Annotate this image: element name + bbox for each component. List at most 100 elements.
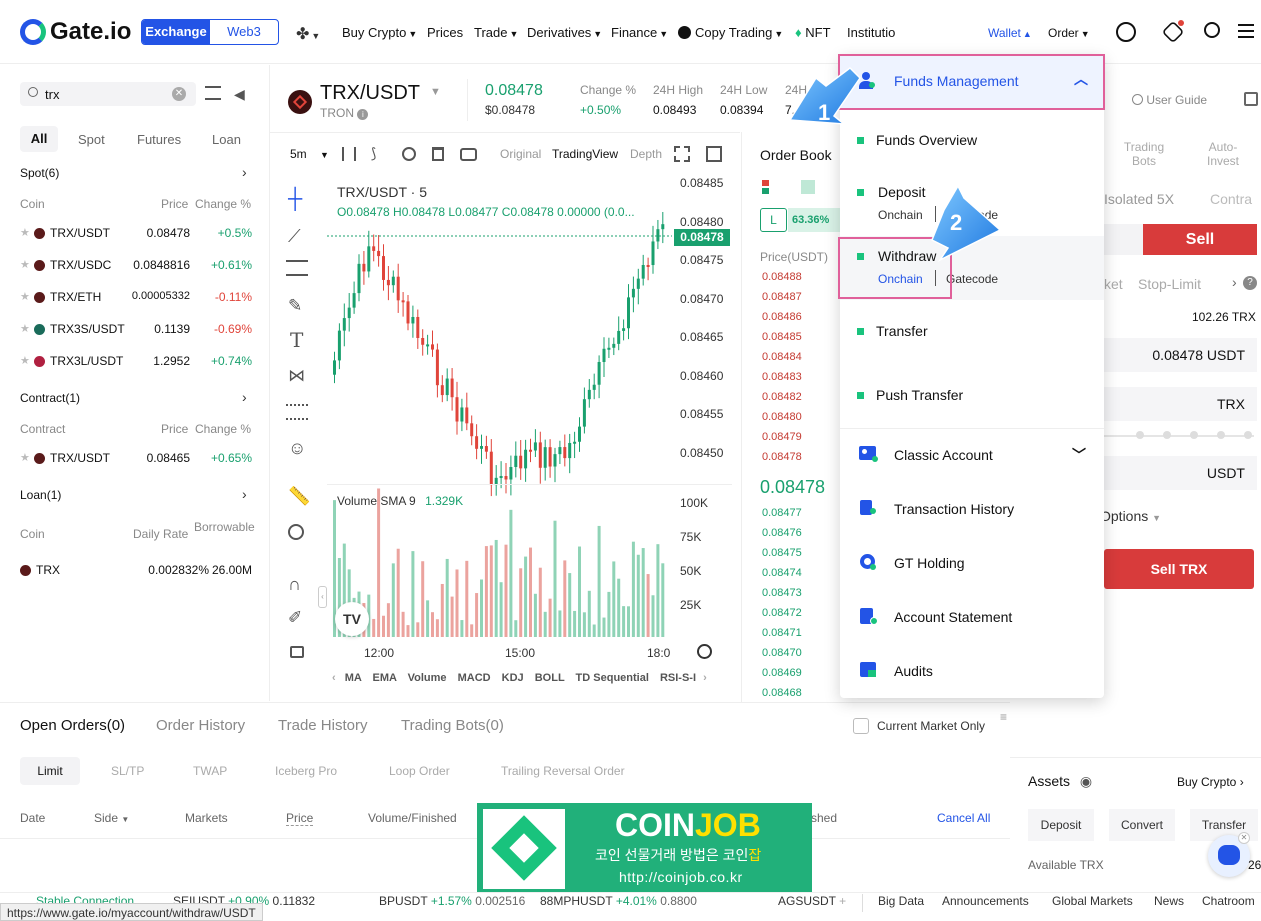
horizontal-lines-icon[interactable]: [286, 260, 308, 276]
trendline-icon[interactable]: ⟋: [288, 226, 301, 247]
panel-menu-icon[interactable]: ≡: [1000, 710, 1007, 724]
user-avatar-icon[interactable]: [1116, 22, 1136, 42]
assets-deposit-button[interactable]: Deposit: [1028, 809, 1094, 841]
eye-icon[interactable]: ◉: [1080, 773, 1092, 789]
sell-trx-button[interactable]: Sell TRX: [1104, 549, 1254, 589]
lock-icon[interactable]: [290, 646, 304, 658]
slider-dot[interactable]: [1190, 431, 1198, 439]
slider-dot[interactable]: [1244, 431, 1252, 439]
tab-trading-bots[interactable]: Trading Bots(0): [401, 717, 504, 734]
gate-logo[interactable]: Gate.io: [20, 18, 131, 46]
indicator-kdj[interactable]: KDJ: [502, 672, 524, 684]
nav-institutional[interactable]: Institutio: [847, 25, 895, 40]
pair-dropdown-icon[interactable]: ▼: [430, 86, 441, 98]
fullscreen-icon[interactable]: [674, 146, 690, 162]
fib-icon[interactable]: [286, 404, 308, 420]
total-input[interactable]: USDT: [1104, 456, 1257, 490]
candlestick-chart[interactable]: [327, 175, 672, 640]
web3-tab[interactable]: Web3: [210, 20, 278, 44]
indicator-rsi[interactable]: RSI-S-I: [660, 672, 696, 684]
loan-section-header[interactable]: Loan(1): [20, 488, 61, 502]
ticker-item[interactable]: AGSUSDT +: [778, 894, 846, 908]
market-row[interactable]: ★ TRX3S/USDT 0.1139 -0.69%: [20, 320, 252, 340]
contract-section-header[interactable]: Contract(1): [20, 391, 80, 405]
tradingview-logo[interactable]: TV: [335, 602, 369, 636]
subtab-sl-tp[interactable]: SL/TP: [111, 764, 144, 778]
spot-expand-icon[interactable]: ›: [242, 164, 247, 180]
chart-settings-icon[interactable]: [697, 644, 712, 659]
ask-price-row[interactable]: 0.08478: [762, 451, 802, 463]
bid-price-row[interactable]: 0.08469: [762, 667, 802, 679]
ruler-icon[interactable]: 📏: [288, 486, 310, 507]
bid-price-row[interactable]: 0.08473: [762, 587, 802, 599]
price-input[interactable]: 0.08478 USDT: [1104, 338, 1257, 372]
slider-dot[interactable]: [1163, 431, 1171, 439]
loan-expand-icon[interactable]: ›: [242, 486, 247, 502]
ask-price-row[interactable]: 0.08482: [762, 391, 802, 403]
link-news[interactable]: News: [1154, 894, 1184, 908]
deposit-onchain-link[interactable]: Onchain: [878, 208, 923, 222]
buy-toggle[interactable]: [1104, 224, 1144, 255]
subtab-twap[interactable]: TWAP: [193, 764, 227, 778]
bid-price-row[interactable]: 0.08472: [762, 607, 802, 619]
view-depth[interactable]: Depth: [630, 147, 662, 161]
menu-icon[interactable]: [1238, 24, 1254, 38]
ask-price-row[interactable]: 0.08479: [762, 431, 802, 443]
menu-transfer[interactable]: Transfer: [840, 300, 1104, 364]
spot-section-header[interactable]: Spot(6): [20, 166, 59, 180]
contract-tab[interactable]: Contra: [1210, 191, 1252, 207]
market-tab-futures[interactable]: Futures: [137, 132, 181, 147]
nav-finance[interactable]: Finance ▼: [611, 25, 668, 40]
indicator-volume[interactable]: Volume: [408, 672, 447, 684]
ask-price-row[interactable]: 0.08480: [762, 411, 802, 423]
col-side[interactable]: Side ▼: [94, 811, 129, 825]
cancel-all-button[interactable]: Cancel All: [937, 811, 990, 825]
market-tab-spot[interactable]: Spot: [78, 132, 105, 147]
menu-account-statement[interactable]: Account Statement: [840, 589, 1104, 643]
bid-price-row[interactable]: 0.08470: [762, 647, 802, 659]
options-toggle[interactable]: Options ▼: [1100, 508, 1161, 524]
close-chat-icon[interactable]: ✕: [1238, 832, 1250, 844]
assets-convert-button[interactable]: Convert: [1109, 809, 1175, 841]
market-row[interactable]: ★ TRX/USDT 0.08465 +0.65%: [20, 449, 252, 469]
bid-price-row[interactable]: 0.08468: [762, 687, 802, 699]
text-tool-icon[interactable]: T: [290, 328, 303, 352]
layout-icon[interactable]: [1244, 92, 1258, 106]
nav-trade[interactable]: Trade ▼: [474, 25, 518, 40]
bid-price-row[interactable]: 0.08477: [762, 507, 802, 519]
loan-row[interactable]: TRX 0.002832% 26.00M: [20, 561, 252, 581]
amount-slider[interactable]: [1104, 435, 1254, 437]
current-market-checkbox[interactable]: [853, 718, 869, 734]
buy-crypto-link[interactable]: Buy Crypto ›: [1177, 775, 1244, 789]
menu-classic-account[interactable]: Classic Account ﹀: [840, 429, 1104, 481]
book-view-bids-icon[interactable]: [801, 180, 815, 194]
market-row[interactable]: ★ TRX/USDC 0.0848816 +0.61%: [20, 256, 252, 276]
menu-gt-holding[interactable]: GT Holding: [840, 535, 1104, 589]
nav-nft[interactable]: ♦ NFT: [795, 25, 831, 40]
scroll-right-icon[interactable]: ›: [703, 672, 707, 684]
subtab-loop-order[interactable]: Loop Order: [389, 764, 450, 778]
bid-price-row[interactable]: 0.08474: [762, 567, 802, 579]
interval-select[interactable]: 5m ▼: [290, 147, 329, 161]
indicator-macd[interactable]: MACD: [458, 672, 491, 684]
settings-icon[interactable]: [402, 147, 416, 161]
layout-grid-icon[interactable]: [706, 146, 722, 162]
tab-trade-history[interactable]: Trade History: [278, 717, 367, 734]
emoji-icon[interactable]: ☺: [288, 438, 306, 459]
ticker-item[interactable]: 88MPHUSDT +4.01% 0.8800: [540, 894, 697, 908]
nav-derivatives[interactable]: Derivatives ▼: [527, 25, 602, 40]
stop-limit-tab[interactable]: Stop-Limit: [1138, 276, 1201, 292]
nav-wallet[interactable]: Wallet ▲: [988, 26, 1032, 40]
isolated-margin-tab[interactable]: Isolated 5X: [1104, 191, 1174, 207]
link-chatroom[interactable]: Chatroom: [1202, 894, 1255, 908]
market-tab-loan[interactable]: Loan: [212, 132, 241, 147]
nav-copy-trading[interactable]: Copy Trading ▼: [678, 25, 783, 40]
clear-search-icon[interactable]: ✕: [172, 87, 186, 101]
bid-price-row[interactable]: 0.08471: [762, 627, 802, 639]
ask-price-row[interactable]: 0.08486: [762, 311, 802, 323]
search-icon[interactable]: [1204, 22, 1220, 38]
candle-type-icon[interactable]: [342, 147, 356, 161]
view-tradingview[interactable]: TradingView: [552, 147, 618, 161]
collapse-panel-icon[interactable]: ◀: [234, 86, 245, 103]
amount-input[interactable]: TRX: [1104, 387, 1257, 421]
